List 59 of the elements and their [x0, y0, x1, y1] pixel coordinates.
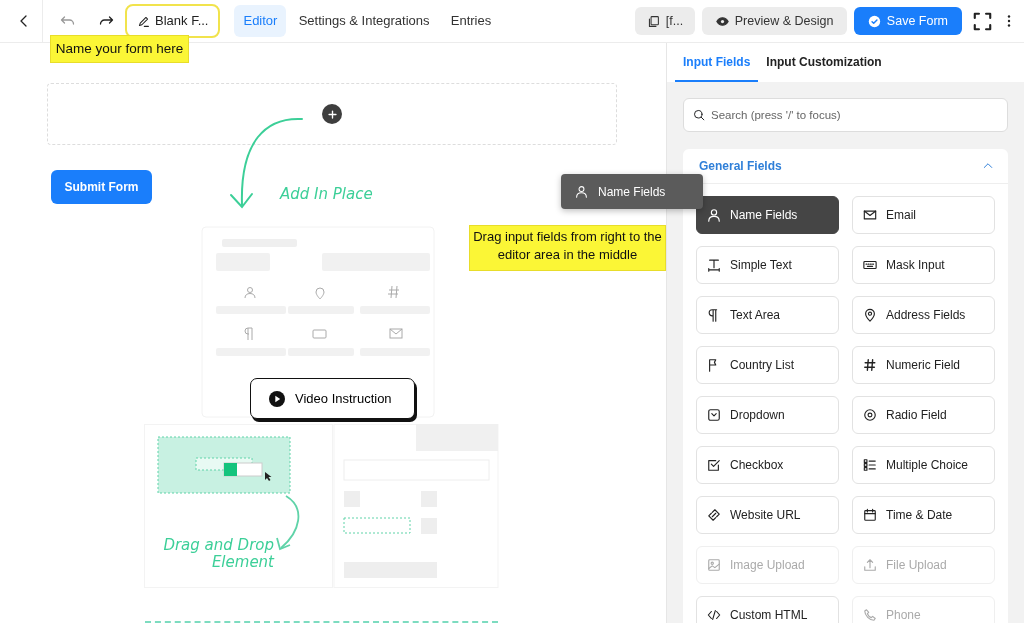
envelope-icon	[863, 208, 877, 222]
link-icon	[707, 508, 721, 522]
dragged-field-chip[interactable]: Name Fields	[561, 174, 703, 209]
field-type-button[interactable]: Dropdown	[696, 396, 839, 434]
annotation-note: Drag input fields from right to the editor area in the middle	[469, 225, 666, 271]
field-type-button[interactable]: Checkbox	[696, 446, 839, 484]
person-icon	[575, 185, 588, 198]
map-pin-icon	[863, 308, 877, 322]
add-in-place-label: Add In Place	[280, 186, 373, 204]
pencil-icon	[137, 14, 150, 28]
upload-icon	[863, 558, 877, 572]
section-header[interactable]: General Fields	[683, 149, 1008, 184]
image-icon	[707, 558, 721, 572]
field-type-button[interactable]: Address Fields	[852, 296, 995, 334]
kebab-icon	[1006, 13, 1012, 29]
annotation-note: Name your form here	[50, 35, 189, 63]
drag-drop-label: Drag and Drop Element	[162, 537, 274, 572]
editor-tab[interactable]: Entries	[441, 5, 501, 37]
panel-tab[interactable]: Input Fields	[675, 43, 759, 82]
video-instruction-button[interactable]: Video Instruction	[250, 378, 415, 419]
phone-icon	[863, 608, 877, 622]
search-icon	[693, 109, 705, 121]
list-icon	[863, 458, 877, 472]
field-type-button[interactable]: Name Fields	[696, 196, 839, 234]
field-type-button[interactable]: Text Area	[696, 296, 839, 334]
copy-icon	[646, 14, 660, 28]
person-icon	[707, 208, 721, 222]
panel-tab[interactable]: Input Customization	[758, 43, 890, 82]
check-circle-icon	[867, 14, 881, 28]
search-field[interactable]: Search (press '/' to focus)	[683, 98, 1008, 132]
submit-form-button[interactable]: Submit Form	[51, 170, 152, 204]
preview-button[interactable]: Preview & Design	[701, 7, 848, 35]
checkbox-icon	[707, 458, 721, 472]
radio-icon	[863, 408, 877, 422]
dropdown-icon	[707, 408, 721, 422]
code-icon	[707, 608, 721, 622]
editor-tab[interactable]: Settings & Integrations	[289, 5, 439, 37]
play-icon	[269, 390, 285, 407]
field-type-button[interactable]: Time & Date	[852, 496, 995, 534]
hash-icon	[863, 358, 877, 372]
plus-icon	[326, 108, 338, 120]
field-type-button[interactable]: Simple Text	[696, 246, 839, 284]
add-field-button[interactable]	[322, 104, 342, 124]
form-name-field[interactable]: Blank F...	[125, 4, 221, 38]
calendar-icon	[863, 508, 877, 522]
eye-icon	[715, 14, 729, 28]
field-type-button[interactable]: Country List	[696, 346, 839, 384]
field-type-button[interactable]: Mask Input	[852, 246, 995, 284]
text-cursor-icon	[707, 258, 721, 272]
field-type-button[interactable]: Website URL	[696, 496, 839, 534]
keyboard-icon	[863, 258, 877, 272]
field-type-button[interactable]: Multiple Choice	[852, 446, 995, 484]
shortcode-button[interactable]: [f...	[634, 7, 696, 35]
field-type-button[interactable]: Custom HTML	[696, 596, 839, 623]
field-type-button[interactable]: Numeric Field	[852, 346, 995, 384]
field-type-button[interactable]: Radio Field	[852, 396, 995, 434]
save-form-button[interactable]: Save Form	[853, 7, 962, 35]
fullscreen-icon	[972, 11, 992, 31]
field-type-button[interactable]: Email	[852, 196, 995, 234]
